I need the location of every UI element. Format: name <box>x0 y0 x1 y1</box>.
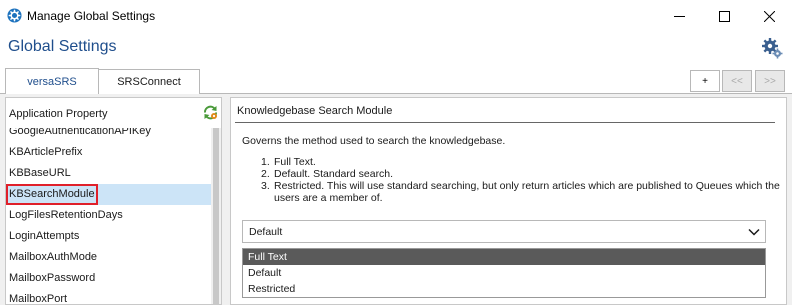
content-area: Application Property GoogleAuthenticatio… <box>0 94 792 305</box>
detail-title: Knowledgebase Search Module <box>237 105 393 117</box>
window-title: Manage Global Settings <box>27 9 156 23</box>
option-text: Restricted. This will use standard searc… <box>274 180 780 204</box>
detail-description: Governs the method used to search the kn… <box>242 135 506 147</box>
list-item[interactable]: MailboxAuthMode <box>6 247 211 268</box>
tabs-row: SRSConnect versaSRS + << >> <box>0 67 792 94</box>
list-item[interactable]: MailboxPort <box>6 289 211 304</box>
property-detail-panel: Knowledgebase Search Module Governs the … <box>230 97 787 305</box>
select-dropdown-list: Full Text Default Restricted <box>242 248 766 298</box>
list-item[interactable]: LogFilesRetentionDays <box>6 205 211 226</box>
property-list-title: Application Property <box>9 108 108 120</box>
minimize-button[interactable] <box>656 0 702 32</box>
option-item: 1. Full Text. <box>261 156 781 168</box>
option-list: 1. Full Text. 2. Default. Standard search.… <box>261 156 781 204</box>
previous-button[interactable]: << <box>722 70 752 92</box>
option-number: 3. <box>261 180 270 192</box>
refresh-icon[interactable] <box>202 104 219 121</box>
property-list-header: Application Property <box>6 98 221 128</box>
chevron-down-icon <box>748 228 760 236</box>
list-item[interactable]: KBBaseURL <box>6 163 211 184</box>
detail-divider <box>235 122 775 123</box>
page-title: Global Settings <box>8 38 117 55</box>
close-button[interactable] <box>746 0 792 32</box>
option-item: 3. Restricted. This will use standard sea… <box>261 180 781 204</box>
dropdown-option-restricted[interactable]: Restricted <box>243 281 765 297</box>
option-text: Full Text. <box>274 156 316 168</box>
minimize-icon <box>673 15 685 17</box>
list-item-label: KBSearchModule <box>6 184 98 205</box>
next-button[interactable]: >> <box>755 70 785 92</box>
list-item[interactable]: LoginAttempts <box>6 226 211 247</box>
maximize-button[interactable] <box>701 0 747 32</box>
search-module-select[interactable]: Default <box>242 220 766 243</box>
title-bar: Manage Global Settings <box>0 0 792 32</box>
list-item[interactable]: MailboxPassword <box>6 268 211 289</box>
app-gear-icon <box>7 8 22 23</box>
list-item[interactable]: KBArticlePrefix <box>6 142 211 163</box>
option-item: 2. Default. Standard search. <box>261 168 781 180</box>
scrollbar-thumb[interactable] <box>213 128 219 304</box>
property-list: GoogleAuthenticationAPIKey KBArticlePref… <box>6 128 211 304</box>
list-item-selected[interactable]: KBSearchModule <box>6 184 211 205</box>
dropdown-option-full-text[interactable]: Full Text <box>243 249 765 265</box>
add-button[interactable]: + <box>690 70 720 92</box>
select-value: Default <box>249 226 283 238</box>
page-header: Global Settings <box>0 32 792 67</box>
property-list-scrollbar[interactable] <box>211 128 221 304</box>
option-number: 1. <box>261 156 270 168</box>
close-icon <box>763 10 775 22</box>
tab-versasrs[interactable]: versaSRS <box>5 68 99 94</box>
option-number: 2. <box>261 168 270 180</box>
settings-gear-icon[interactable] <box>761 37 783 59</box>
property-list-panel: Application Property GoogleAuthenticatio… <box>5 97 222 305</box>
tab-srsconnect[interactable]: SRSConnect <box>98 69 200 94</box>
maximize-icon <box>718 10 730 22</box>
dropdown-option-default[interactable]: Default <box>243 265 765 281</box>
option-text: Default. Standard search. <box>274 168 394 180</box>
list-item[interactable]: GoogleAuthenticationAPIKey <box>6 128 211 142</box>
